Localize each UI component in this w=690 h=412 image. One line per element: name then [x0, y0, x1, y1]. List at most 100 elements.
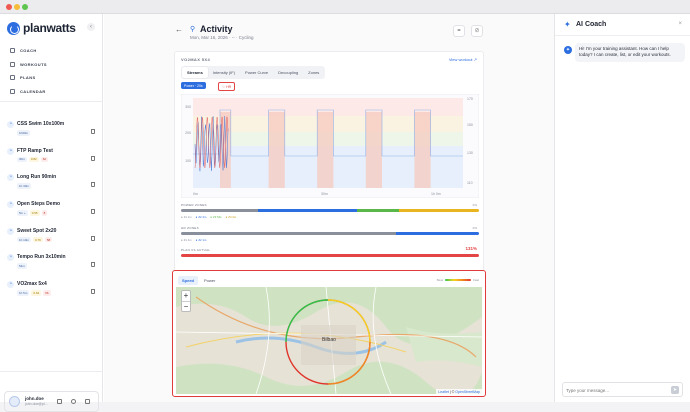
- speed-gradient: [445, 278, 472, 282]
- workout-type-icon: ◔: [7, 121, 14, 128]
- ai-coach-title: AI Coach: [576, 21, 607, 28]
- duration-badge: 1h 30m: [17, 183, 32, 189]
- workout-list-item[interactable]: ◔ Long Run 90min 1h 30m: [7, 173, 97, 200]
- workout-list-item[interactable]: ◔ Sweet Spot 2x20 1h 10m 0.76 58: [7, 227, 97, 254]
- workout-title: Long Run 90min: [17, 174, 57, 181]
- tab-power-curve[interactable]: Power Curve: [240, 67, 273, 78]
- hr-zones-value: 0%: [472, 226, 477, 230]
- power-zones-legend: Z1 1m Z2 4m Z3 54s Z4 3m: [181, 215, 236, 219]
- speed-scale: Slow Fast: [437, 278, 479, 282]
- tab-decoupling[interactable]: Decoupling: [273, 67, 303, 78]
- interval-bar: [365, 112, 382, 188]
- workout-type-icon: ◔: [7, 147, 14, 155]
- zoom-out-button[interactable]: −: [182, 301, 190, 311]
- y-right-tick-label: 150: [467, 123, 473, 127]
- trash-icon[interactable]: [91, 209, 95, 215]
- trash-icon[interactable]: [91, 129, 95, 134]
- minimize-window-button[interactable]: [14, 4, 20, 10]
- nav-item-label: WORKOUTS: [20, 61, 47, 67]
- intensity-badge: 0.55: [29, 210, 40, 216]
- workout-title: CSS Swim 10x100m: [17, 121, 65, 127]
- workout-type-icon: ◔: [7, 174, 14, 182]
- zoom-in-button[interactable]: +: [182, 291, 190, 301]
- back-button[interactable]: ←: [175, 25, 183, 34]
- send-button[interactable]: ➤: [671, 386, 679, 394]
- legend-z2: Z2 4m: [196, 215, 206, 219]
- legend-z3: Z3 54s: [210, 215, 222, 219]
- chart-tabs: Streams Intensity (IF) Power Curve Decou…: [181, 66, 326, 79]
- legend-hr-z2: Z2 1m: [196, 238, 206, 242]
- trash-icon[interactable]: [91, 182, 95, 188]
- collapse-sidebar-button[interactable]: ‹: [87, 23, 95, 31]
- y-right-tick-label: 110: [467, 181, 473, 185]
- y-right-tick-label: 170: [467, 97, 473, 101]
- duration-badge: 54m: [17, 263, 27, 270]
- workout-list-item[interactable]: ◔ VO2max 5x4 1h 5m 0.64 66: [7, 280, 97, 307]
- map-attribution: Leaflet | © OpenStreetMap: [436, 389, 482, 394]
- trash-icon[interactable]: [91, 262, 95, 268]
- workout-tags: 30m 0.82 62: [17, 156, 49, 163]
- workout-list: ◔ CSS Swim 10x100m 1h00m ◔ FTP Ramp Test…: [7, 120, 97, 307]
- unlink-icon[interactable]: ⊘: [471, 25, 483, 37]
- workout-list-item[interactable]: ◔ FTP Ramp Test 30m 0.82 62: [7, 147, 97, 174]
- nav-item-label: COACH: [20, 48, 37, 54]
- leaflet-link[interactable]: Leaflet: [438, 390, 449, 394]
- tab-speed[interactable]: Speed: [178, 276, 199, 285]
- link-icon[interactable]: ⚭: [453, 25, 465, 37]
- power-toggle[interactable]: Power · 20s: [181, 82, 206, 89]
- y-right-tick-label: 130: [467, 151, 473, 155]
- power-zones-label: POWER ZONES: [181, 203, 207, 207]
- nav-item-workouts[interactable]: WORKOUTS: [10, 58, 47, 72]
- x-tick-label: 0m: [193, 192, 198, 196]
- close-icon[interactable]: ×: [678, 21, 682, 27]
- workout-list-item[interactable]: ◔ CSS Swim 10x100m 1h00m: [7, 120, 97, 147]
- workout-list-item[interactable]: ◔ Tempo Run 3x10min 54m: [7, 253, 97, 280]
- workout-tags: 1h 10m 0.76 58: [17, 236, 53, 243]
- maximize-window-button[interactable]: [22, 4, 28, 10]
- interval-bar: [268, 112, 285, 188]
- workout-name: VO2MAX 5X4: [181, 57, 211, 62]
- nav-item-calendar[interactable]: CALENDAR: [10, 85, 47, 99]
- tss-badge: 58: [44, 236, 53, 243]
- map-tabs: Speed Power: [178, 276, 219, 285]
- trash-icon[interactable]: [91, 289, 95, 295]
- view-workout-link[interactable]: View workout ↗: [449, 57, 477, 62]
- trash-icon[interactable]: [91, 235, 95, 241]
- hr-toggle[interactable]: ♡ HR: [218, 82, 236, 91]
- app-logo[interactable]: planwatts: [7, 21, 76, 35]
- tab-power[interactable]: Power: [200, 276, 219, 285]
- bot-avatar-icon: ✦: [564, 46, 572, 54]
- main-nav: COACH WORKOUTS PLANS CALENDAR: [10, 44, 47, 98]
- page-title: Activity: [200, 24, 233, 34]
- tab-intensity[interactable]: Intensity (IF): [208, 67, 240, 78]
- tab-streams[interactable]: Streams: [182, 67, 208, 78]
- interval-bar: [414, 112, 431, 188]
- user-email: john.doe@pl...: [25, 402, 48, 406]
- trash-icon[interactable]: [91, 155, 95, 161]
- city-label: Bilbao: [322, 337, 336, 343]
- workout-title: Tempo Run 3x10min: [17, 254, 66, 261]
- workout-list-item[interactable]: ◔ Open Steps Demo 5m +0.55 8: [7, 200, 97, 227]
- workout-type-icon: ◔: [7, 254, 14, 262]
- workout-type-icon: ◔: [7, 201, 14, 209]
- tab-zones[interactable]: Zones: [303, 67, 324, 78]
- hr-zones-label: HR ZONES: [181, 226, 199, 230]
- close-window-button[interactable]: [6, 4, 12, 10]
- chat-input[interactable]: [566, 386, 666, 394]
- nav-item-coach[interactable]: COACH: [10, 44, 47, 58]
- workout-title: Open Steps Demo: [17, 201, 61, 208]
- x-tick-label: 30m: [321, 192, 328, 196]
- workout-tags: 54m: [17, 263, 27, 270]
- nav-item-plans[interactable]: PLANS: [10, 71, 47, 85]
- ai-coach-header: ✦ AI Coach ×: [555, 14, 690, 36]
- duration-badge: 1h 10m: [17, 236, 32, 243]
- duration-badge: 5m +: [17, 210, 28, 216]
- intensity-badge: 0.76: [33, 236, 43, 243]
- nav-item-label: PLANS: [20, 75, 36, 81]
- sparkle-icon: ✦: [564, 20, 571, 29]
- route-map[interactable]: Bilbao + − Leaflet | © OpenStreetMap: [176, 287, 482, 394]
- hr-bar-z1: [181, 232, 396, 235]
- duration-badge: 1h 5m: [17, 290, 30, 296]
- osm-link[interactable]: OpenStreetMap: [455, 390, 480, 394]
- workout-tags: 1h00m: [17, 130, 31, 136]
